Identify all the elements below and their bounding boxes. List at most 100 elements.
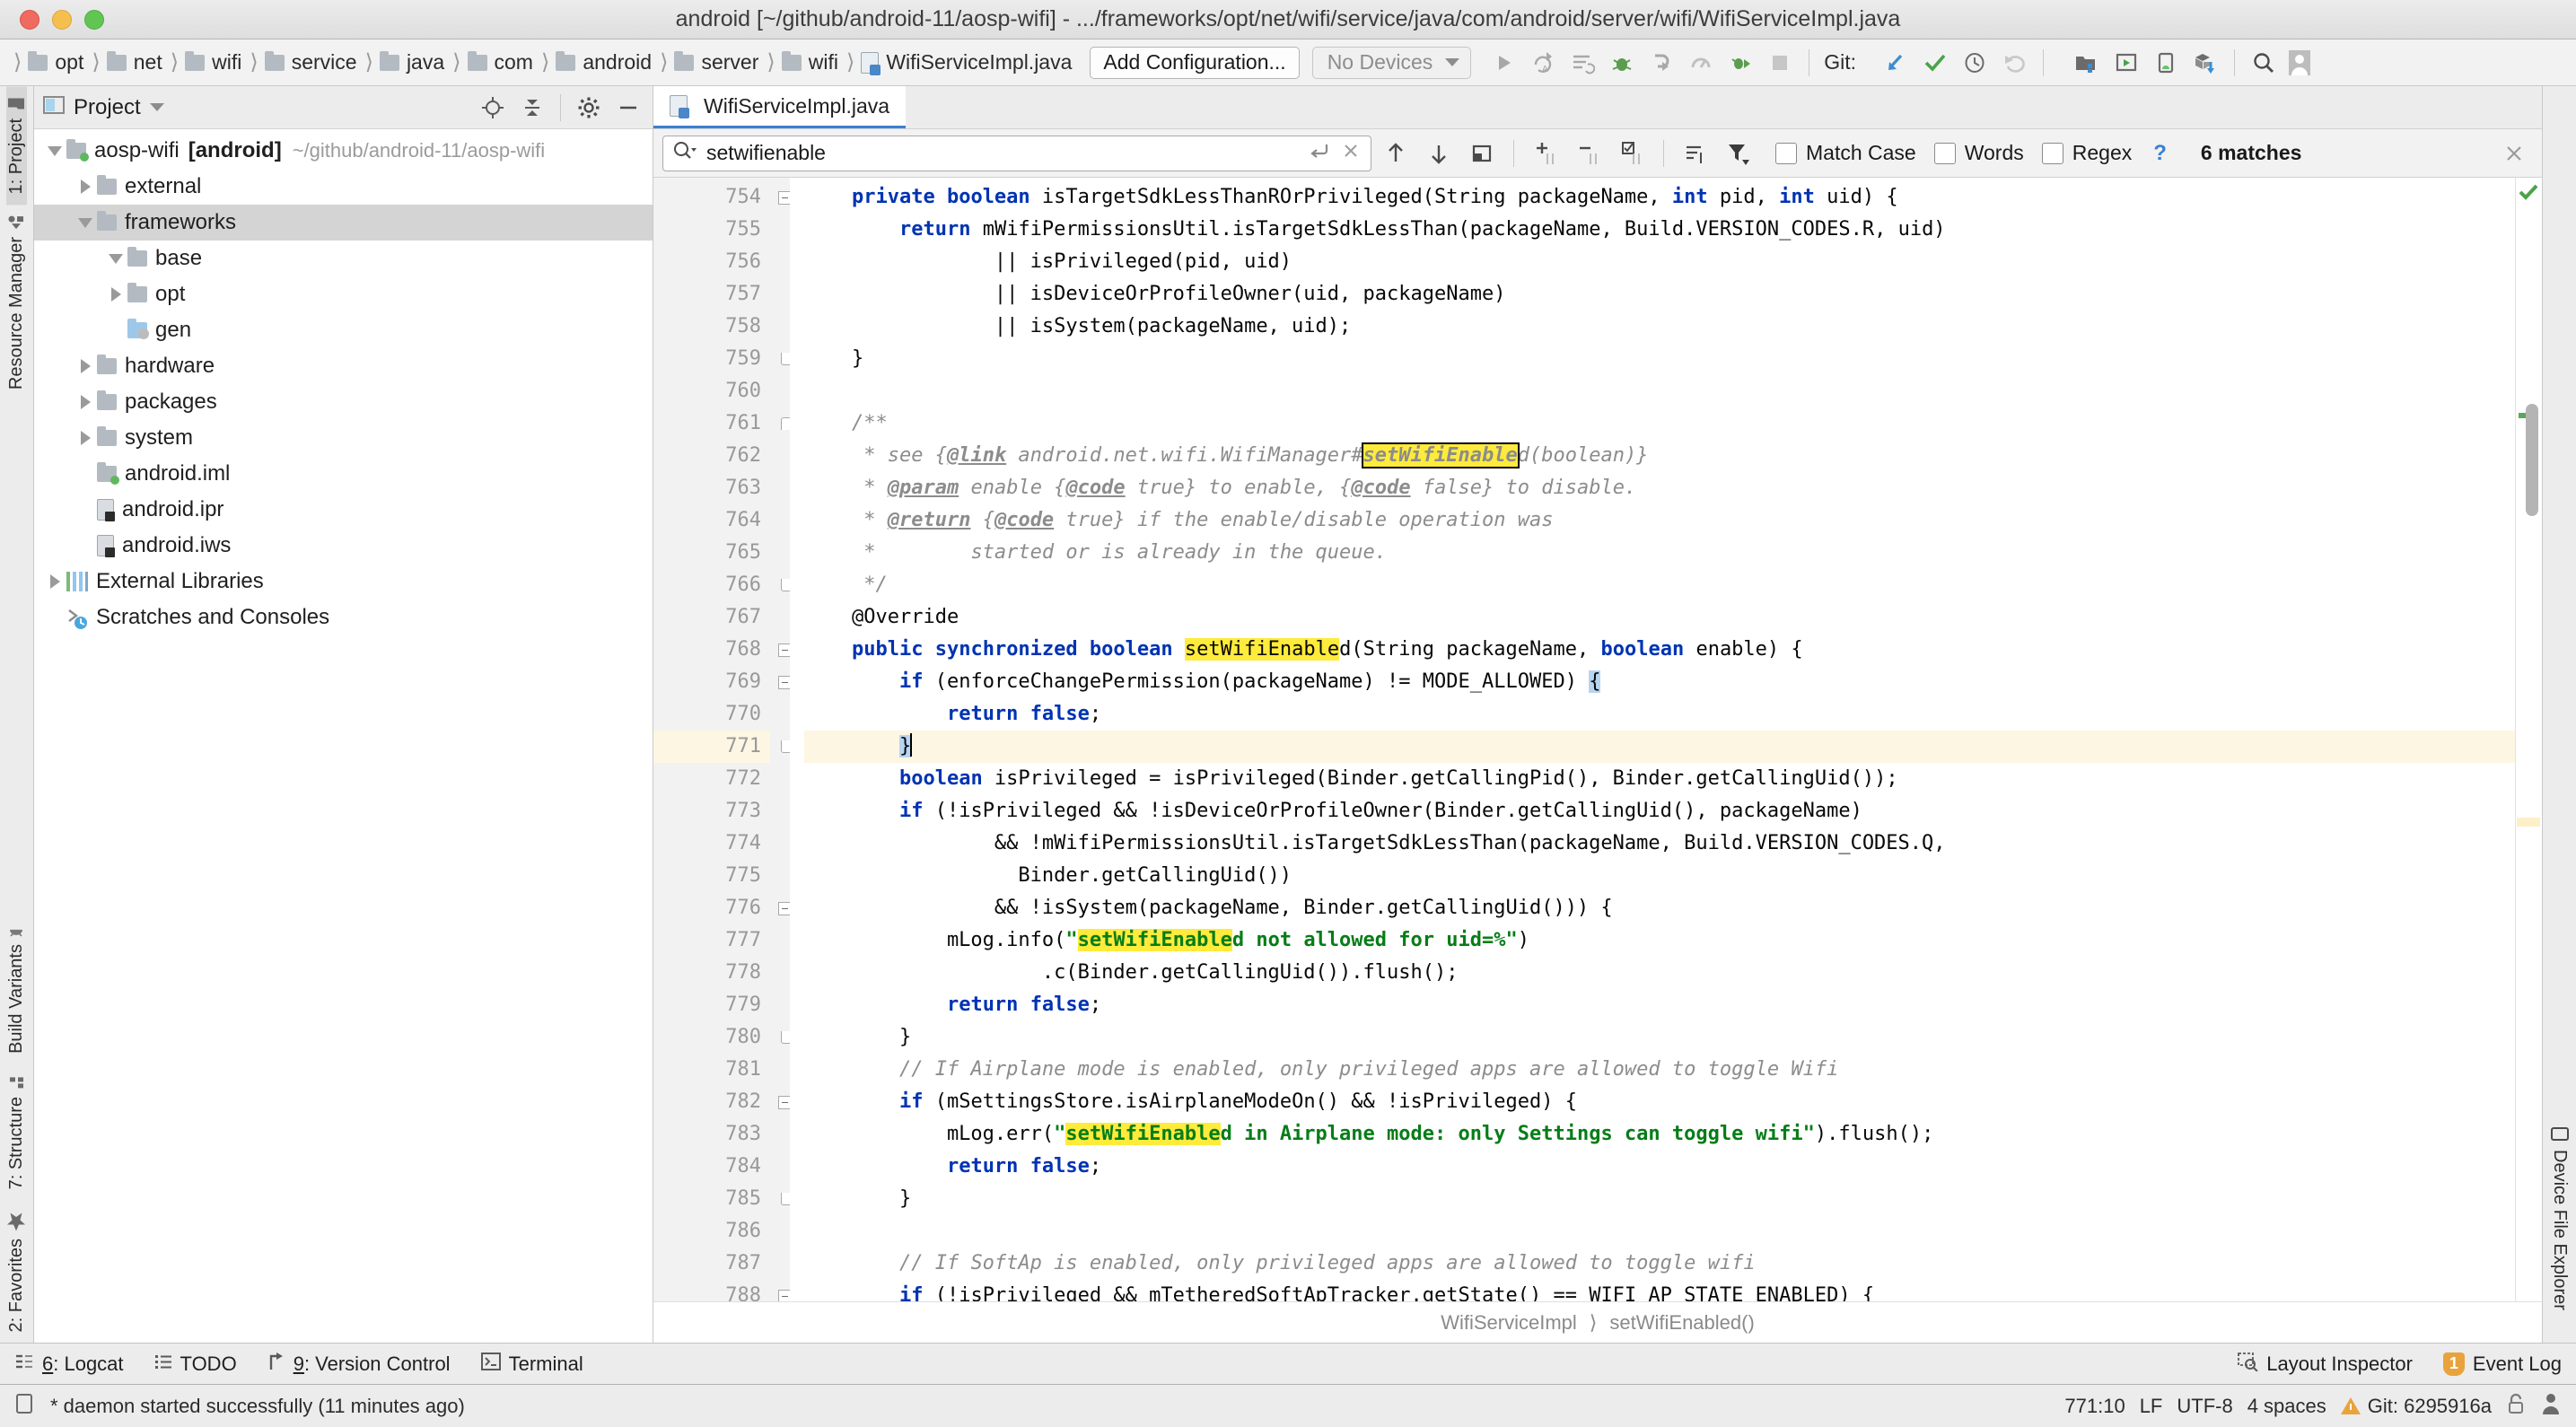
line-number[interactable]: 766 [653, 569, 792, 601]
words-checkbox[interactable]: Words [1933, 141, 2024, 165]
tree-node-external-libraries[interactable]: External Libraries [34, 564, 653, 600]
breadcrumb-item-server[interactable]: server [672, 48, 762, 76]
chevron-right-icon[interactable] [104, 287, 127, 302]
commit-icon[interactable] [1917, 45, 1953, 81]
close-find-icon[interactable] [2495, 136, 2533, 171]
breadcrumb-item-android[interactable]: android [554, 48, 655, 76]
line-number[interactable]: 787 [653, 1248, 770, 1280]
sync-gradle-icon[interactable] [2187, 45, 2223, 81]
code-line[interactable]: && !isSystem(packageName, Binder.getCall… [804, 892, 2542, 924]
chevron-down-icon[interactable] [74, 217, 97, 228]
tool-button-logcat[interactable]: 6: Logcat [14, 1353, 124, 1376]
code-line[interactable]: // If Airplane mode is enabled, only pri… [804, 1054, 2542, 1086]
code-line[interactable]: } [804, 731, 2542, 763]
code-line[interactable]: */ [804, 569, 2542, 601]
code-line[interactable]: boolean isPrivileged = isPrivileged(Bind… [804, 763, 2542, 795]
line-number[interactable]: 765 [653, 537, 770, 569]
run-toolbar[interactable]: A [1485, 45, 1798, 81]
code-line[interactable] [804, 1215, 2542, 1248]
line-number[interactable]: 778 [653, 957, 770, 989]
line-number[interactable]: 756 [653, 246, 770, 278]
next-occurrence-icon[interactable] [1420, 136, 1458, 171]
chevron-right-icon[interactable] [43, 574, 66, 589]
line-number[interactable]: 786 [653, 1215, 770, 1248]
chevron-right-icon[interactable] [74, 359, 97, 373]
breadcrumb-item-wifi[interactable]: wifi [183, 48, 245, 76]
sdk-manager-icon[interactable] [2069, 45, 2105, 81]
new-line-icon[interactable] [1308, 140, 1331, 166]
tool-button-version-control[interactable]: 9: Version Control [267, 1352, 451, 1377]
line-number[interactable]: 769 [653, 666, 792, 698]
code-line[interactable]: * @return {@code true} if the enable/dis… [804, 504, 2542, 537]
code-line[interactable]: // If SoftAp is enabled, only privileged… [804, 1248, 2542, 1280]
collapse-all-icon[interactable] [517, 92, 548, 123]
line-number[interactable]: 779 [653, 989, 770, 1021]
profiler-icon[interactable] [1683, 45, 1719, 81]
locate-icon[interactable] [478, 92, 508, 123]
debug-icon[interactable] [1604, 45, 1640, 81]
code-line[interactable]: || isDeviceOrProfileOwner(uid, packageNa… [804, 278, 2542, 311]
sidebar-item-structure[interactable]: 7: Structure [6, 1064, 27, 1200]
select-all-occurrences-icon[interactable] [1463, 136, 1501, 171]
line-number[interactable]: 781 [653, 1054, 770, 1086]
breadcrumb-item-file[interactable]: WifiServiceImpl.java [859, 48, 1075, 76]
tree-node-opt[interactable]: opt [34, 276, 653, 312]
regex-help-link[interactable]: ? [2153, 141, 2167, 166]
code-line[interactable]: * see {@link android.net.wifi.WifiManage… [804, 440, 2542, 472]
line-number[interactable]: 774 [653, 827, 770, 860]
line-number[interactable]: 780 [653, 1021, 792, 1054]
line-number[interactable]: 784 [653, 1151, 770, 1183]
line-separator[interactable]: LF [2140, 1395, 2163, 1418]
editor-scrollbar-thumb[interactable] [2526, 404, 2538, 516]
sidebar-item-device-file-explorer[interactable]: Device File Explorer [2549, 1116, 2570, 1321]
fold-gutter[interactable] [770, 178, 790, 1301]
line-number[interactable]: 761 [653, 407, 792, 440]
close-window-button[interactable] [20, 9, 39, 30]
line-number[interactable]: 775 [653, 860, 770, 892]
inspector-icon[interactable] [2540, 1392, 2562, 1421]
indent-setting[interactable]: 4 spaces [2247, 1395, 2326, 1418]
update-project-icon[interactable] [1878, 45, 1914, 81]
window-controls[interactable] [0, 9, 104, 30]
code-line[interactable]: @Override [804, 601, 2542, 634]
tool-button-layout-inspector[interactable]: Layout Inspector [2237, 1352, 2413, 1377]
line-number[interactable]: 762 [653, 440, 770, 472]
breadcrumb[interactable]: opt ⟩ net ⟩ wifi ⟩ service ⟩ java ⟩ com ⟩ android ⟩ se… [26, 48, 1075, 76]
code-line[interactable]: return mWifiPermissionsUtil.isTargetSdkL… [804, 214, 2542, 246]
editor-breadcrumb[interactable]: WifiServiceImpl ⟩ setWifiEnabled() [653, 1301, 2542, 1343]
line-number[interactable]: 759 [653, 343, 792, 375]
code-line[interactable]: } [804, 1021, 2542, 1054]
code-line[interactable]: } [804, 343, 2542, 375]
tool-button-terminal[interactable]: Terminal [480, 1352, 583, 1376]
rollback-icon[interactable] [1996, 45, 2032, 81]
code-line[interactable]: return false; [804, 1151, 2542, 1183]
tree-node-external[interactable]: external [34, 169, 653, 205]
prev-occurrence-icon[interactable] [1377, 136, 1415, 171]
tree-node-android-ipr[interactable]: android.ipr [34, 492, 653, 528]
breadcrumb-method[interactable]: setWifiEnabled() [1609, 1311, 1754, 1335]
code-line[interactable]: /** [804, 407, 2542, 440]
line-number[interactable]: 785 [653, 1183, 792, 1215]
sidebar-item-project[interactable]: 1: Project [6, 86, 27, 206]
tree-node-packages[interactable]: packages [34, 384, 653, 420]
error-stripe[interactable] [2515, 178, 2542, 1301]
line-number[interactable]: 764 [653, 504, 770, 537]
search-input[interactable]: setwifienable [706, 141, 1299, 165]
chevron-right-icon[interactable] [74, 431, 97, 445]
code-line[interactable]: } [804, 1183, 2542, 1215]
line-number-gutter[interactable]: 754 755 756 757 758 759 760 761 762 763 764 765 766 7… [653, 178, 792, 1301]
settings-gear-icon[interactable] [574, 92, 604, 123]
code-line[interactable]: || isPrivileged(pid, uid) [804, 246, 2542, 278]
line-number[interactable]: 782 [653, 1086, 792, 1118]
chevron-right-icon[interactable] [74, 395, 97, 409]
android-toolbar[interactable] [2069, 45, 2223, 81]
source-code[interactable]: private boolean isTargetSdkLessThanROrPr… [790, 178, 2542, 1301]
memory-indicator-icon[interactable] [14, 1392, 36, 1421]
clear-icon[interactable] [1340, 140, 1362, 166]
code-line[interactable]: if (!isPrivileged && mTetheredSoftApTrac… [804, 1280, 2542, 1301]
line-number[interactable]: 770 [653, 698, 770, 731]
breadcrumb-item-com[interactable]: com [466, 48, 537, 76]
chevron-right-icon[interactable] [74, 179, 97, 194]
inspection-status-icon[interactable] [2518, 183, 2539, 206]
device-selector[interactable]: No Devices [1311, 46, 1472, 79]
